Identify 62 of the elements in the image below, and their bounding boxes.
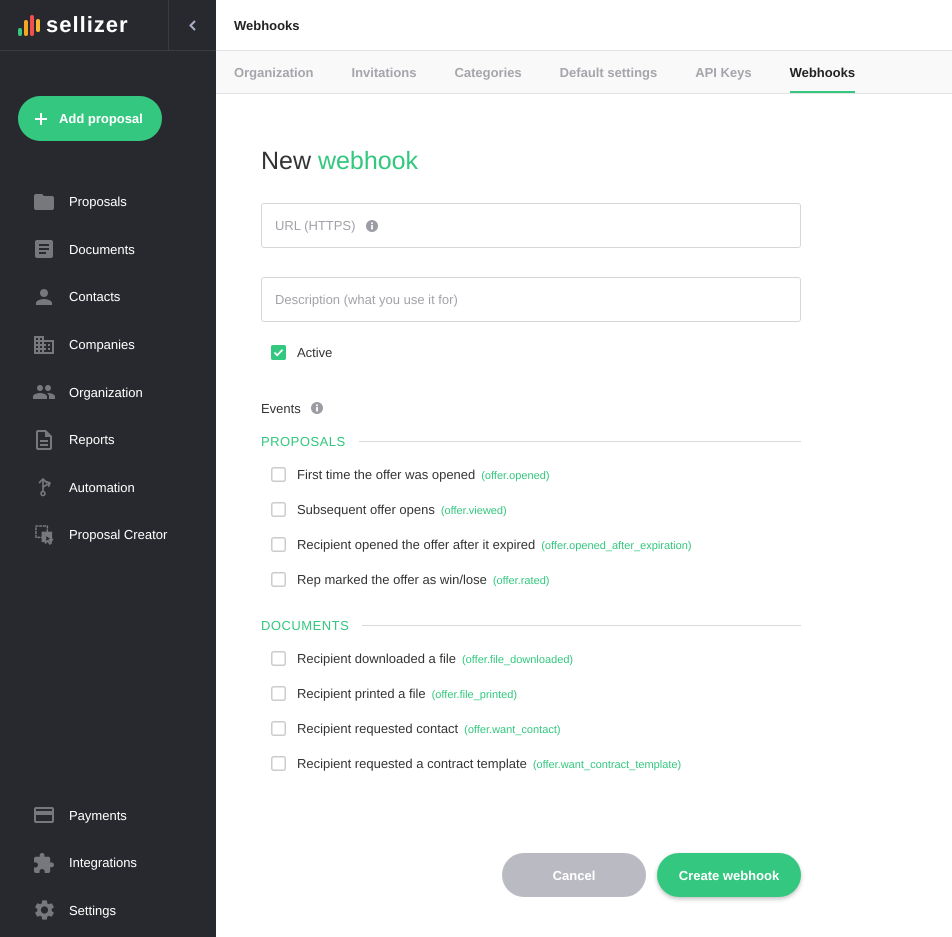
event-code: (offer.file_printed) (432, 689, 518, 701)
event-label: Recipient requested contact (297, 721, 458, 736)
page-title: New webhook (261, 146, 420, 176)
settings-icon (34, 900, 54, 920)
info-icon (366, 220, 378, 232)
branch-arrows-icon (36, 477, 52, 498)
checkbox[interactable] (271, 502, 286, 517)
sidebar-item[interactable]: Organization (0, 368, 216, 416)
description-field[interactable]: Description (what you use it for) (261, 277, 801, 322)
sidebar-item[interactable]: Settings (0, 886, 216, 934)
event-code: (offer.rated) (492, 575, 550, 587)
event-code: (offer.want_contact) (464, 724, 561, 736)
event-code: (offer.viewed) (440, 505, 507, 517)
event-label: First time the offer was opened (297, 467, 476, 482)
sidebar-item[interactable]: Integrations (0, 838, 216, 886)
credit-card-icon (34, 807, 54, 824)
sidebar-item[interactable]: Contacts (0, 273, 216, 321)
section-title: DOCUMENTS (261, 618, 350, 632)
event-code: (offer.file_downloaded) (462, 654, 574, 666)
event-code: (offer.opened_after_expiration) (541, 540, 692, 552)
document-icon (35, 240, 53, 258)
checkbox[interactable] (271, 756, 286, 771)
checkbox[interactable] (271, 686, 286, 701)
event-label: Recipient printed a file (297, 686, 426, 701)
sidebar-item[interactable]: Companies (0, 320, 216, 368)
sidebar-item[interactable]: Reports (0, 416, 216, 464)
sidebar-item[interactable]: Proposal Creator (0, 511, 216, 559)
sidebar-item[interactable]: Documents (0, 226, 216, 274)
brand-name: sellizer (46, 12, 129, 38)
sidebar-item[interactable]: Automation (0, 464, 216, 512)
tab[interactable]: Webhooks (790, 51, 856, 93)
info-icon (310, 402, 323, 414)
checkbox[interactable] (271, 344, 286, 360)
event-label: Recipient requested a contract template (297, 756, 527, 771)
event-label: Recipient downloaded a file (297, 651, 456, 666)
bars-logo-icon (18, 14, 40, 36)
person-icon (36, 288, 52, 305)
sidebar-item[interactable]: Proposals (0, 178, 216, 226)
sidebar-item[interactable]: Payments (0, 791, 216, 839)
checkbox-label: Active (297, 344, 332, 360)
event-code: (offer.want_contract_template) (532, 759, 682, 771)
dashed-square-cursor-icon (34, 524, 54, 545)
plus-icon (35, 112, 47, 124)
people-icon (33, 385, 55, 400)
event-label: Rep marked the offer as win/lose (297, 572, 487, 587)
events-label: Events (261, 400, 301, 416)
header-title: Webhooks (234, 18, 300, 32)
building-icon (34, 336, 54, 354)
checkbox[interactable] (271, 572, 286, 587)
checkbox[interactable] (271, 721, 286, 736)
checkbox[interactable] (271, 537, 286, 552)
section-title: PROPOSALS (261, 434, 346, 448)
event-code: (offer.opened) (481, 470, 550, 482)
event-label: Recipient opened the offer after it expired (297, 537, 536, 552)
checkbox[interactable] (271, 467, 286, 482)
checkbox[interactable] (271, 651, 286, 666)
puzzle-piece-icon (34, 852, 54, 873)
file-lines-icon (36, 430, 52, 450)
folder-icon (34, 194, 54, 210)
url-field[interactable]: URL (HTTPS) (261, 203, 801, 248)
event-label: Subsequent offer opens (297, 502, 435, 517)
chevron-left-icon (189, 20, 196, 30)
